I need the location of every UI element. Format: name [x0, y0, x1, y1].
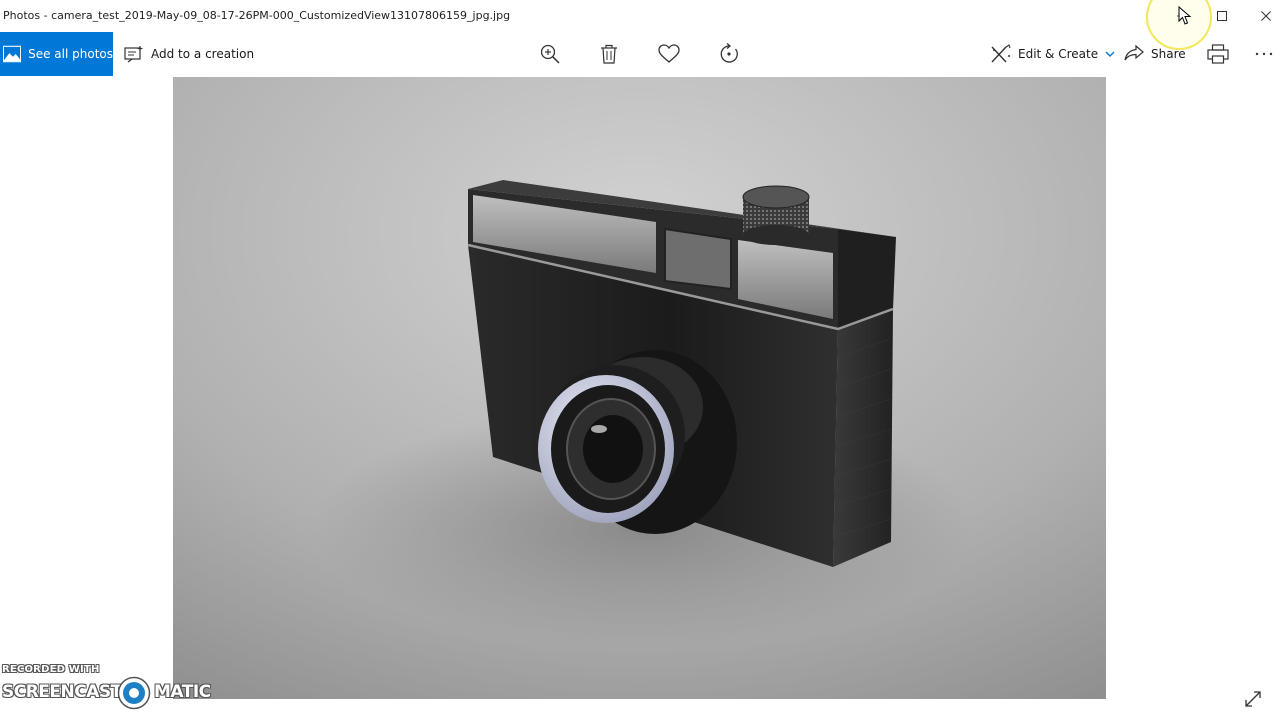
watermark-screencast: SCREENCAST	[2, 682, 122, 702]
title-bar: Photos - camera_test_2019-May-09_08-17-2…	[0, 0, 1280, 32]
edit-create-button[interactable]: Edit & Create	[990, 32, 1115, 76]
zoom-in-icon	[540, 44, 560, 64]
chevron-down-icon	[1105, 50, 1115, 58]
close-icon	[1261, 11, 1271, 21]
watermark-matic: MATIC	[154, 682, 211, 702]
command-bar: See all photos Add to a creation Edit & …	[0, 32, 1280, 76]
add-to-creation-button[interactable]: Add to a creation	[120, 32, 254, 76]
watermark-recorded-with: RECORDED WITH	[2, 664, 100, 675]
more-options-button[interactable]	[1244, 32, 1280, 76]
rotate-icon	[720, 43, 738, 63]
add-creation-icon	[124, 46, 143, 63]
edit-create-icon	[991, 44, 1011, 63]
favorite-button[interactable]	[649, 32, 689, 76]
delete-icon	[601, 44, 617, 64]
favorite-icon	[658, 44, 680, 63]
screencast-logo-icon	[117, 676, 151, 710]
maximize-icon	[1217, 11, 1227, 21]
see-all-photos-button[interactable]: See all photos	[0, 32, 113, 76]
share-icon	[1124, 45, 1144, 61]
fullscreen-button[interactable]	[1240, 686, 1266, 712]
share-button[interactable]: Share	[1124, 32, 1186, 76]
photo-viewer-image[interactable]	[173, 77, 1106, 699]
see-all-photos-label: See all photos	[28, 47, 113, 61]
photos-icon	[3, 45, 22, 63]
minimize-icon	[1177, 15, 1187, 17]
camera-render-image	[173, 77, 1106, 699]
delete-button[interactable]	[589, 32, 629, 76]
add-to-creation-label: Add to a creation	[151, 47, 255, 61]
expand-icon	[1245, 691, 1261, 707]
zoom-button[interactable]	[530, 32, 570, 76]
minimize-button[interactable]	[1160, 0, 1204, 32]
close-button[interactable]	[1244, 0, 1280, 32]
rotate-button[interactable]	[709, 32, 749, 76]
window-title: Photos - camera_test_2019-May-09_08-17-2…	[3, 9, 511, 22]
maximize-button[interactable]	[1200, 0, 1244, 32]
more-icon	[1255, 52, 1273, 56]
print-icon	[1207, 44, 1229, 64]
edit-create-label: Edit & Create	[1018, 47, 1099, 61]
share-label: Share	[1151, 47, 1186, 61]
print-button[interactable]	[1198, 32, 1238, 76]
